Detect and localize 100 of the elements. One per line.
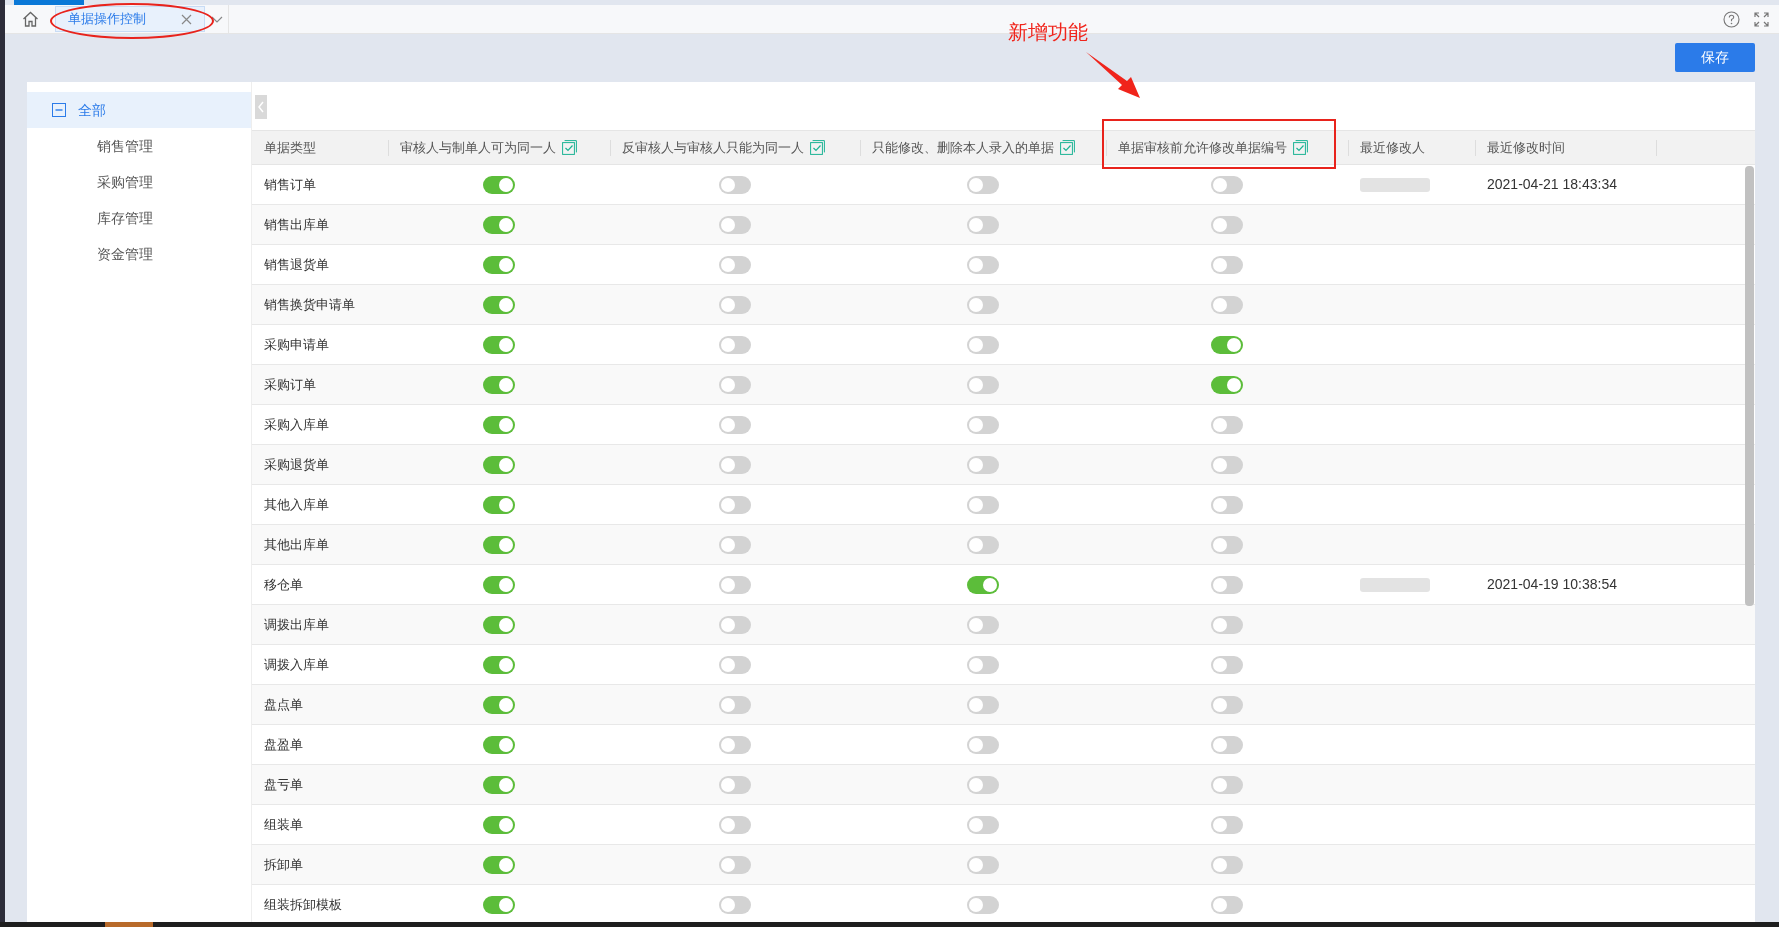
toggle-switch[interactable] — [967, 335, 999, 354]
toggle-switch[interactable] — [1211, 455, 1243, 474]
column-header[interactable]: 单据审核前允许修改单据编号 — [1118, 137, 1287, 158]
toggle-switch[interactable] — [967, 455, 999, 474]
toggle-switch[interactable] — [719, 455, 751, 474]
toggle-switch[interactable] — [1211, 895, 1243, 914]
toggle-switch[interactable] — [719, 375, 751, 394]
toggle-switch[interactable] — [719, 855, 751, 874]
collapse-icon[interactable] — [52, 103, 66, 117]
close-icon[interactable] — [181, 13, 192, 25]
toggle-switch[interactable] — [483, 215, 515, 234]
column-header[interactable]: 单据类型 — [264, 137, 316, 158]
toggle-switch[interactable] — [719, 735, 751, 754]
toggle-switch[interactable] — [719, 655, 751, 674]
toggle-switch[interactable] — [1211, 255, 1243, 274]
toggle-switch[interactable] — [967, 215, 999, 234]
column-header[interactable]: 最近修改时间 — [1487, 137, 1565, 158]
toggle-switch[interactable] — [967, 615, 999, 634]
toggle-switch[interactable] — [719, 255, 751, 274]
toggle-switch[interactable] — [483, 295, 515, 314]
toggle-switch[interactable] — [967, 375, 999, 394]
toggle-switch[interactable] — [967, 855, 999, 874]
toggle-switch[interactable] — [719, 615, 751, 634]
toggle-switch[interactable] — [483, 415, 515, 434]
toggle-switch[interactable] — [719, 535, 751, 554]
help-icon[interactable] — [1723, 10, 1740, 28]
toggle-switch[interactable] — [719, 895, 751, 914]
fullscreen-icon[interactable] — [1754, 11, 1769, 27]
toggle-switch[interactable] — [719, 575, 751, 594]
check-all-icon[interactable] — [810, 140, 825, 155]
toggle-switch[interactable] — [483, 855, 515, 874]
toggle-switch[interactable] — [1211, 775, 1243, 794]
tree-item[interactable]: 资金管理 — [97, 243, 153, 265]
toggle-switch[interactable] — [483, 775, 515, 794]
column-header[interactable]: 最近修改人 — [1360, 137, 1425, 158]
toggle-switch[interactable] — [719, 415, 751, 434]
column-header[interactable]: 审核人与制单人可为同一人 — [400, 137, 556, 158]
toggle-switch[interactable] — [1211, 415, 1243, 434]
toggle-switch[interactable] — [719, 775, 751, 794]
toggle-switch[interactable] — [719, 815, 751, 834]
toggle-switch[interactable] — [483, 255, 515, 274]
toggle-switch[interactable] — [1211, 375, 1243, 394]
toggle-switch[interactable] — [1211, 215, 1243, 234]
toggle-switch[interactable] — [719, 335, 751, 354]
save-button[interactable]: 保存 — [1675, 43, 1755, 72]
toggle-switch[interactable] — [967, 735, 999, 754]
toggle-switch[interactable] — [719, 215, 751, 234]
page-tab[interactable]: 单据操作控制 — [55, 6, 205, 32]
toggle-switch[interactable] — [1211, 575, 1243, 594]
toggle-switch[interactable] — [483, 655, 515, 674]
toggle-switch[interactable] — [1211, 735, 1243, 754]
toggle-switch[interactable] — [967, 575, 999, 594]
toggle-switch[interactable] — [1211, 655, 1243, 674]
toggle-switch[interactable] — [1211, 495, 1243, 514]
toggle-switch[interactable] — [719, 175, 751, 194]
tree-item[interactable]: 全部 — [27, 92, 251, 128]
toggle-switch[interactable] — [967, 695, 999, 714]
toggle-switch[interactable] — [1211, 615, 1243, 634]
toggle-switch[interactable] — [967, 535, 999, 554]
tree-item[interactable]: 采购管理 — [97, 171, 153, 193]
toggle-switch[interactable] — [483, 695, 515, 714]
tree-item[interactable]: 销售管理 — [97, 135, 153, 157]
tree-item[interactable]: 库存管理 — [97, 207, 153, 229]
toggle-switch[interactable] — [1211, 855, 1243, 874]
toggle-switch[interactable] — [1211, 335, 1243, 354]
toggle-switch[interactable] — [1211, 175, 1243, 194]
toggle-switch[interactable] — [1211, 535, 1243, 554]
toggle-switch[interactable] — [483, 335, 515, 354]
toggle-switch[interactable] — [967, 775, 999, 794]
toggle-switch[interactable] — [1211, 815, 1243, 834]
toggle-switch[interactable] — [967, 295, 999, 314]
toggle-switch[interactable] — [719, 295, 751, 314]
toggle-switch[interactable] — [967, 655, 999, 674]
toggle-switch[interactable] — [483, 175, 515, 194]
toggle-switch[interactable] — [967, 895, 999, 914]
toggle-switch[interactable] — [967, 415, 999, 434]
toggle-switch[interactable] — [483, 455, 515, 474]
toggle-switch[interactable] — [483, 495, 515, 514]
toggle-switch[interactable] — [483, 815, 515, 834]
toggle-switch[interactable] — [483, 375, 515, 394]
check-all-icon[interactable] — [562, 140, 577, 155]
toggle-switch[interactable] — [719, 695, 751, 714]
toggle-switch[interactable] — [483, 895, 515, 914]
toggle-switch[interactable] — [967, 815, 999, 834]
toggle-switch[interactable] — [483, 735, 515, 754]
toggle-switch[interactable] — [1211, 295, 1243, 314]
toggle-switch[interactable] — [967, 175, 999, 194]
toggle-switch[interactable] — [1211, 695, 1243, 714]
toggle-switch[interactable] — [967, 255, 999, 274]
column-header[interactable]: 反审核人与审核人只能为同一人 — [622, 137, 804, 158]
toggle-switch[interactable] — [483, 615, 515, 634]
toggle-switch[interactable] — [483, 575, 515, 594]
toggle-switch[interactable] — [483, 535, 515, 554]
column-header[interactable]: 只能修改、删除本人录入的单据 — [872, 137, 1054, 158]
toggle-switch[interactable] — [967, 495, 999, 514]
scrollbar[interactable] — [1745, 166, 1754, 606]
collapse-button[interactable] — [255, 95, 267, 119]
toggle-switch[interactable] — [719, 495, 751, 514]
check-all-icon[interactable] — [1060, 140, 1075, 155]
home-icon[interactable] — [21, 11, 39, 27]
